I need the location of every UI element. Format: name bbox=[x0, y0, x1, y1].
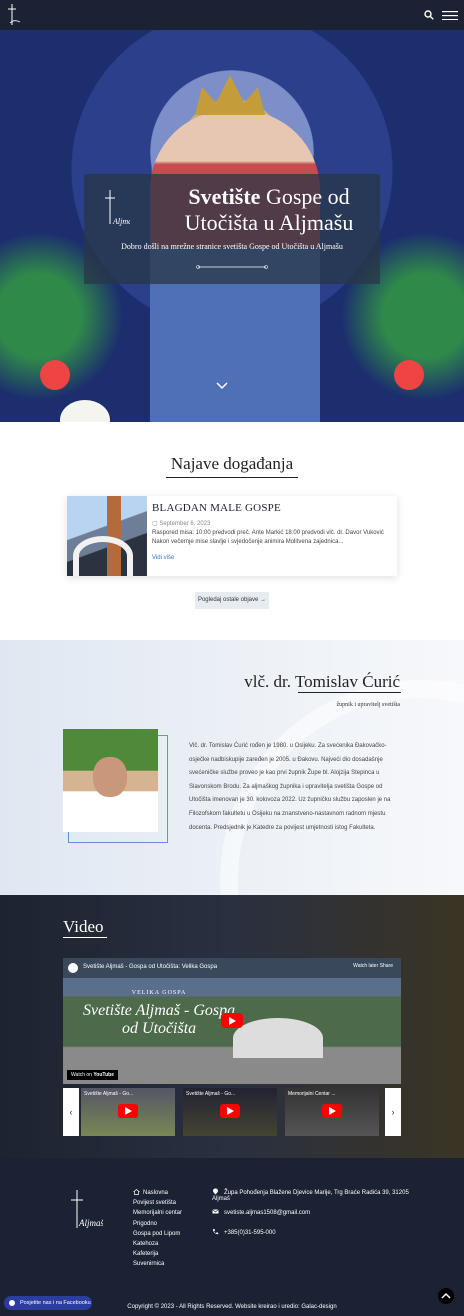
youtube-logo-icon: YouTube bbox=[93, 1072, 114, 1078]
ornament-divider-icon bbox=[196, 265, 268, 269]
play-button-icon[interactable] bbox=[118, 1104, 138, 1118]
hero-logo-text: Aljmaš bbox=[112, 217, 130, 226]
share-button[interactable]: Share bbox=[380, 963, 393, 969]
title-underline bbox=[166, 477, 298, 478]
church-aerial bbox=[233, 1018, 323, 1058]
play-button-icon[interactable] bbox=[322, 1104, 342, 1118]
hero-banner: Aljmaš Svetište Gospe od Utočišta u Aljm… bbox=[0, 30, 464, 422]
hero-title-card: Aljmaš Svetište Gospe od Utočišta u Aljm… bbox=[84, 174, 380, 284]
footer-link[interactable]: Gospa pod Lipom bbox=[133, 1229, 182, 1239]
priest-role: župnik i upravitelj svetišta bbox=[336, 702, 401, 708]
read-more-link[interactable]: Vidi više bbox=[152, 555, 174, 561]
events-section: Najave događanja BLAGDAN MALE GOSPE ▢ Se… bbox=[0, 422, 464, 640]
aljmas-logo-icon: Aljmaš bbox=[105, 190, 130, 226]
mail-icon bbox=[212, 1209, 219, 1214]
footer-menu: Naslovna Povijest svetišta Memorijalni c… bbox=[133, 1188, 182, 1270]
title-underline bbox=[63, 937, 107, 938]
priest-photo bbox=[63, 729, 158, 832]
playlist-item-title: Svetište Aljmaš - Go... bbox=[186, 1091, 236, 1097]
footer-link[interactable]: Prigodno bbox=[133, 1219, 182, 1229]
youtube-player[interactable]: Svetište Aljmaš - Gospa od Utočišta: Vel… bbox=[63, 958, 401, 1084]
footer-logo-text: Aljmaš bbox=[78, 1218, 103, 1228]
top-navbar bbox=[0, 0, 464, 30]
aljmas-logo-icon[interactable]: Aljmaš bbox=[67, 1188, 103, 1234]
chevron-left-icon[interactable]: ‹ bbox=[63, 1088, 79, 1136]
event-card[interactable]: BLAGDAN MALE GOSPE ▢ September 6, 2023 R… bbox=[67, 496, 397, 576]
video-carousel: Svetište Aljmaš - Go... Svetište Aljmaš … bbox=[63, 1088, 401, 1136]
footer-link-naslovna[interactable]: Naslovna bbox=[133, 1188, 182, 1198]
playlist-item-title: Svetište Aljmaš - Go... bbox=[84, 1091, 134, 1097]
mosaic-flower bbox=[394, 360, 424, 390]
address-row: Župa Pohođenja Blažene Djevice Marije, T… bbox=[212, 1188, 409, 1202]
footer-link[interactable]: Kafeterija bbox=[133, 1249, 182, 1259]
playlist-item[interactable]: Memorijalni Centar ... bbox=[285, 1088, 379, 1136]
playlist-item-title: Memorijalni Centar ... bbox=[288, 1091, 336, 1097]
facebook-button[interactable]: Posjetite nas i na Facebooku bbox=[4, 1296, 92, 1310]
channel-avatar[interactable] bbox=[68, 963, 78, 973]
email-row[interactable]: svetiste.aljmas1508@gmail.com bbox=[212, 1208, 310, 1216]
video-section: Video Svetište Aljmaš - Gospa od Utočišt… bbox=[0, 895, 464, 1158]
watch-later-button[interactable]: Watch later bbox=[353, 963, 378, 969]
hero-title: Svetište Gospe od Utočišta u Aljmašu bbox=[184, 184, 354, 235]
video-title[interactable]: Svetište Aljmaš - Gospa od Utočišta: Vel… bbox=[83, 964, 217, 970]
phone-icon bbox=[213, 1229, 219, 1235]
event-thumbnail[interactable] bbox=[67, 496, 147, 576]
title-underline bbox=[298, 692, 401, 693]
footer-link[interactable]: Suvenirnica bbox=[133, 1259, 182, 1269]
section-title: Video bbox=[63, 917, 104, 936]
play-button-icon[interactable] bbox=[220, 1104, 240, 1118]
watch-on-youtube-button[interactable]: Watch on YouTube bbox=[67, 1070, 118, 1080]
scroll-to-top-icon[interactable] bbox=[438, 1288, 454, 1304]
search-icon[interactable] bbox=[424, 10, 434, 20]
priest-section: vlč. dr. Tomislav Ćurić župnik i upravit… bbox=[0, 640, 464, 895]
footer-link[interactable]: Povijest svetišta bbox=[133, 1198, 182, 1208]
priest-name: vlč. dr. Tomislav Ćurić bbox=[244, 672, 400, 691]
view-more-posts-button[interactable]: Pogledaj ostale objave → bbox=[195, 592, 269, 609]
mosaic-flower bbox=[40, 360, 70, 390]
chevron-right-icon[interactable]: › bbox=[385, 1088, 401, 1136]
facebook-icon bbox=[9, 1300, 15, 1306]
footer: Aljmaš Naslovna Povijest svetišta Memori… bbox=[0, 1158, 464, 1316]
event-description: Raspored misa: 10:00 predvodi preč. Ante… bbox=[152, 530, 384, 545]
cross-logo-icon[interactable] bbox=[6, 3, 22, 27]
section-title: Najave događanja bbox=[170, 454, 294, 473]
playlist-item[interactable]: Svetište Aljmaš - Go... bbox=[183, 1088, 277, 1136]
footer-link[interactable]: Memorijalni centar bbox=[133, 1208, 182, 1218]
hero-subtitle: Dobro došli na mrežne stranice svetišta … bbox=[121, 242, 343, 251]
location-pin-icon bbox=[213, 1188, 218, 1195]
video-overlay-text: VELIKA GOSPA Svetište Aljmaš - Gospa od … bbox=[83, 990, 236, 1037]
event-title[interactable]: BLAGDAN MALE GOSPE bbox=[152, 502, 281, 514]
player-header: Svetište Aljmaš - Gospa od Utočišta: Vel… bbox=[63, 958, 401, 978]
phone-row[interactable]: +385(0)31-595-000 bbox=[212, 1228, 276, 1236]
footer-link[interactable]: Katehoza bbox=[133, 1239, 182, 1249]
priest-bio: Vlč. dr. Tomislav Ćurić rođen je 1980. u… bbox=[189, 743, 391, 831]
home-icon bbox=[133, 1189, 140, 1195]
play-button-icon[interactable] bbox=[221, 1013, 243, 1028]
chevron-down-icon[interactable] bbox=[216, 380, 228, 392]
hamburger-icon[interactable] bbox=[442, 11, 458, 20]
event-date: ▢ September 6, 2023 bbox=[152, 521, 211, 527]
player-actions: Watch later Share bbox=[353, 963, 393, 969]
playlist-item[interactable]: Svetište Aljmaš - Go... bbox=[81, 1088, 175, 1136]
